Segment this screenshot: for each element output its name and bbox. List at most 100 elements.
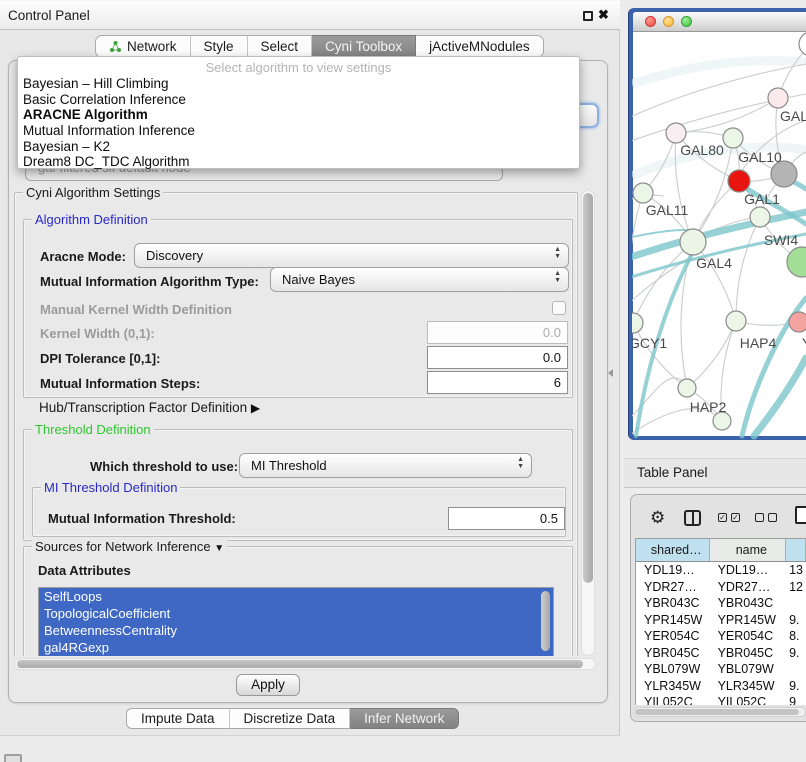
stepper-icon: ▲▼	[517, 457, 524, 470]
node-label-hap4: HAP4	[740, 335, 777, 351]
hub-definition-toggle[interactable]: Hub/Transcription Factor Definition ▶	[39, 400, 260, 415]
algorithm-option-dream8-dc-tdc-algorithm[interactable]: Dream8 DC_TDC Algorithm	[18, 154, 579, 170]
table-row[interactable]: YLR345WYLR345W9.	[636, 678, 806, 695]
collapsed-panel-icon[interactable]	[4, 754, 22, 762]
table-cell: 12	[786, 579, 806, 596]
settings-horizontal-scrollbar-thumb[interactable]	[17, 660, 583, 668]
table-horizontal-scrollbar[interactable]	[633, 707, 806, 717]
table-row[interactable]: YIL052CYIL052C9	[636, 694, 806, 705]
network-node-gal80[interactable]	[666, 123, 686, 143]
tab-infer-network[interactable]: Infer Network	[350, 708, 459, 729]
splitter-collapse-handle[interactable]	[608, 369, 613, 377]
algorithm-option-bayesian-k2[interactable]: Bayesian – K2	[18, 139, 579, 155]
minimize-traffic-light-icon[interactable]	[663, 16, 674, 27]
mi-threshold-field[interactable]: 0.5	[448, 507, 565, 530]
kernel-width-field[interactable]: 0.0	[427, 321, 568, 344]
algorithm-definition-group: Algorithm Definition Aracne Mode: Discov…	[23, 219, 573, 398]
apply-button[interactable]: Apply	[236, 674, 300, 696]
network-window-titlebar	[633, 12, 806, 32]
close-traffic-light-icon[interactable]	[645, 16, 656, 27]
manual-kernel-checkbox[interactable]	[552, 301, 566, 315]
network-node[interactable]	[799, 32, 806, 56]
hidden-columns-icon[interactable]	[755, 513, 779, 523]
sources-title[interactable]: Sources for Network Inference ▼	[32, 539, 227, 554]
table-header-row: shared…name	[636, 539, 806, 562]
node-label-hap2: HAP2	[690, 399, 727, 415]
algorithm-option-bayesian-hill-climbing[interactable]: Bayesian – Hill Climbing	[18, 76, 579, 92]
tab-style[interactable]: Style	[191, 35, 248, 58]
attribute-item-topologicalcoefficient[interactable]: TopologicalCoefficient	[39, 605, 553, 622]
kernel-width-label: Kernel Width (0,1):	[40, 326, 155, 341]
page-icon[interactable]	[795, 506, 806, 524]
network-edge[interactable]	[736, 217, 760, 321]
settings-horizontal-scrollbar[interactable]	[14, 658, 596, 670]
mi-algorithm-type-combo[interactable]: Naive Bayes ▲▼	[270, 267, 569, 292]
algorithm-option-aracne-algorithm[interactable]: ARACNE Algorithm	[18, 107, 579, 123]
column-header-name[interactable]: name	[710, 539, 787, 561]
table-cell: YDL19…	[636, 562, 710, 579]
network-canvas[interactable]: GALGAL80GAL10GAL1GAL11SWI4GAL4GCY1HAP4YH…	[632, 32, 806, 440]
table-cell: 9.	[786, 612, 806, 629]
table-cell: YBR045C	[636, 645, 710, 662]
network-node-gal[interactable]	[768, 88, 788, 108]
network-node[interactable]	[787, 247, 806, 277]
sources-title-text: Sources for Network Inference	[35, 539, 211, 554]
data-attributes-label: Data Attributes	[38, 563, 131, 578]
aracne-mode-combo[interactable]: Discovery ▲▼	[134, 243, 569, 268]
table-row[interactable]: YBR045CYBR045C9.	[636, 645, 806, 662]
table-cell: YLR345W	[710, 678, 787, 695]
inference-algorithm-combo-fragment[interactable]	[578, 103, 599, 128]
dpi-tolerance-field[interactable]: 0.0	[427, 346, 568, 369]
table-row[interactable]: YDR27…YDR27…12	[636, 579, 806, 596]
tab-discretize-data[interactable]: Discretize Data	[230, 708, 351, 729]
tab-impute-data[interactable]: Impute Data	[126, 708, 230, 729]
table-row[interactable]: YBR043CYBR043C	[636, 595, 806, 612]
settings-vertical-scrollbar-thumb[interactable]	[583, 193, 593, 583]
network-node-swi4[interactable]	[750, 207, 770, 227]
algorithm-option-basic-correlation-inference[interactable]: Basic Correlation Inference	[18, 92, 579, 108]
network-edge[interactable]	[687, 321, 736, 388]
network-node-y[interactable]	[789, 312, 806, 332]
attribute-item-selfloops[interactable]: SelfLoops	[39, 588, 553, 605]
table-row[interactable]: YDL19…YDL19…13	[636, 562, 806, 579]
table-row[interactable]: YER054CYER054C8.	[636, 628, 806, 645]
cyni-bottom-tabs: Impute DataDiscretize DataInfer Network	[126, 708, 459, 729]
network-node-gal10[interactable]	[723, 128, 743, 148]
algorithm-dropdown-items: Bayesian – Hill ClimbingBasic Correlatio…	[18, 76, 579, 170]
network-node-gal1[interactable]	[728, 170, 750, 192]
node-label-gal11: GAL11	[646, 202, 689, 218]
selected-columns-icon[interactable]: ✓✓	[718, 513, 742, 523]
tab-jactivemnodules[interactable]: jActiveMNodules	[416, 35, 544, 58]
float-window-icon[interactable]	[583, 11, 593, 21]
which-threshold-combo[interactable]: MI Threshold ▲▼	[239, 453, 532, 478]
tab-cyni-toolbox[interactable]: Cyni Toolbox	[312, 35, 416, 58]
network-node-gal4[interactable]	[680, 229, 706, 255]
settings-vertical-scrollbar[interactable]	[581, 190, 595, 656]
zoom-traffic-light-icon[interactable]	[681, 16, 692, 27]
tab-network[interactable]: Network	[95, 35, 191, 58]
node-label-swi4: SWI4	[764, 232, 798, 248]
network-node-gal11[interactable]	[633, 183, 653, 203]
column-header-cut[interactable]	[786, 539, 806, 561]
table-cell: YLR345W	[636, 678, 710, 695]
control-panel-titlebar: Control Panel ✖	[0, 0, 620, 30]
algorithm-option-mutual-information-inference[interactable]: Mutual Information Inference	[18, 123, 579, 139]
gear-icon[interactable]: ⚙	[650, 508, 665, 528]
network-node-gcy1[interactable]	[632, 313, 643, 333]
split-columns-icon[interactable]	[684, 510, 701, 526]
table-horizontal-scrollbar-thumb[interactable]	[635, 709, 799, 715]
close-icon[interactable]: ✖	[598, 7, 609, 23]
attribute-item-betweennesscentrality[interactable]: BetweennessCentrality	[39, 622, 553, 639]
table-row[interactable]: YBL079WYBL079W	[636, 661, 806, 678]
mi-steps-field[interactable]: 6	[427, 371, 568, 394]
network-node-hap4[interactable]	[726, 311, 746, 331]
network-node-hap2[interactable]	[678, 379, 696, 397]
table-cell: 9.	[786, 645, 806, 662]
column-header-shared[interactable]: shared…	[636, 539, 710, 561]
tab-select[interactable]: Select	[248, 35, 313, 58]
table-panel-title: Table Panel	[637, 465, 708, 480]
attribute-item-gal4rgexp[interactable]: gal4RGexp	[39, 639, 553, 656]
list-scrollbar-thumb[interactable]	[541, 591, 550, 651]
table-row[interactable]: YPR145WYPR145W9.	[636, 612, 806, 629]
table-cell: YER054C	[710, 628, 787, 645]
